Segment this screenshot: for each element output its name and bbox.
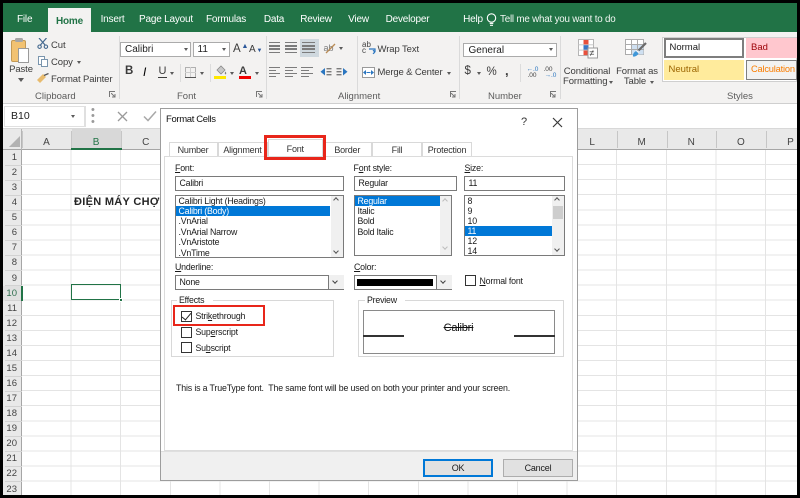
svg-text:≠: ≠: [590, 48, 595, 58]
